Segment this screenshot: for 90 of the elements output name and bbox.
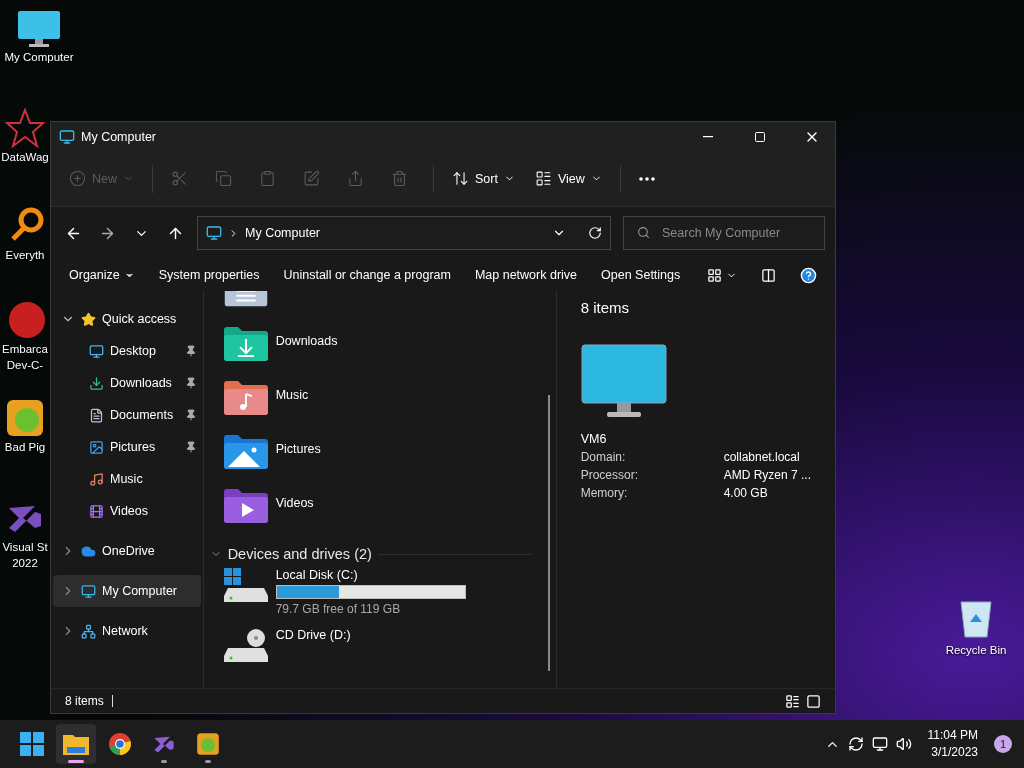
cloud-icon — [81, 543, 96, 559]
property-label: Processor: — [580, 468, 639, 484]
volume-icon[interactable] — [895, 736, 912, 752]
downloads-folder-icon — [223, 326, 268, 362]
nav-item[interactable]: My Computer — [53, 575, 201, 607]
hard-drive-icon — [223, 568, 268, 605]
music-icon — [89, 471, 104, 487]
desktop-icon-label[interactable]: Bad Pig — [4, 441, 46, 454]
maximize-icon — [754, 130, 766, 143]
nav-item[interactable]: Music — [53, 463, 201, 495]
help-icon — [800, 266, 817, 284]
computer-name: VM6 — [580, 432, 608, 446]
videos-folder-icon — [223, 488, 268, 524]
star-logo-icon — [5, 108, 45, 148]
nav-item[interactable]: Pictures — [53, 431, 201, 463]
sync-icon[interactable] — [847, 736, 864, 752]
running-indicator — [205, 760, 211, 763]
monitor-icon — [17, 10, 61, 48]
chrome-icon — [108, 732, 132, 756]
film-icon — [89, 503, 104, 519]
drive-item[interactable]: Local Disk (C:) 79.7 GB free of 119 GB — [223, 568, 556, 629]
property-value: collabnet.local — [723, 450, 801, 466]
ribbon-button[interactable]: Organize — [59, 264, 145, 286]
download-icon — [89, 375, 104, 391]
monitor-icon — [580, 344, 667, 420]
nav-item[interactable]: Downloads — [53, 367, 201, 399]
property-label: Memory: — [580, 486, 629, 502]
desktop-icon-label[interactable]: Dev-C- — [6, 359, 44, 372]
network-icon — [81, 623, 96, 639]
pane-icon — [761, 267, 776, 283]
tiles-view-icon[interactable] — [806, 693, 821, 709]
desktop-icon-label[interactable]: Visual St — [2, 541, 48, 554]
clock[interactable]: 11:04 PM 3/1/2023 — [927, 727, 978, 761]
window-title: My Computer — [81, 129, 158, 144]
folder-item[interactable]: Downloads — [223, 326, 556, 381]
property-value: 4.00 GB — [723, 486, 769, 502]
desktop-icon-label[interactable]: Recycle Bin — [945, 644, 1007, 657]
pig-icon — [5, 398, 45, 438]
pictures-folder-icon — [223, 434, 268, 470]
folder-item[interactable]: Music — [223, 380, 556, 435]
network-icon[interactable] — [871, 736, 888, 752]
search-field[interactable]: Search My Computer — [623, 216, 825, 250]
property-label: Domain: — [580, 450, 627, 466]
document-icon — [89, 407, 104, 423]
picture-icon — [89, 439, 104, 455]
ribbon-button[interactable]: Uninstall or change a program — [273, 264, 461, 286]
star-icon — [81, 311, 96, 327]
ribbon-button[interactable]: System properties — [148, 264, 270, 286]
monitor-icon — [206, 225, 222, 241]
monitor-icon — [59, 128, 75, 145]
nav-item[interactable]: Documents — [53, 399, 201, 431]
desktop-icon-label[interactable]: 2022 — [12, 557, 38, 570]
status-text: 8 items — [65, 694, 104, 708]
item-count: 8 items — [580, 299, 630, 316]
details-view-icon[interactable] — [785, 693, 800, 709]
monitor-icon — [81, 583, 96, 599]
running-indicator — [68, 760, 84, 763]
refresh-icon — [588, 226, 602, 240]
nav-item[interactable]: Videos — [53, 495, 201, 527]
sort-button[interactable]: Sort — [444, 161, 523, 196]
pig-icon — [196, 732, 220, 756]
address-bar[interactable]: My Computer — [197, 216, 611, 250]
ribbon-button[interactable]: Open Settings — [591, 264, 691, 286]
minimize-icon — [703, 135, 713, 138]
nav-item[interactable]: Network — [53, 615, 201, 647]
taskbar-app[interactable] — [56, 724, 96, 764]
ribbon-button[interactable]: Map network drive — [464, 264, 588, 286]
windows-logo-icon — [20, 732, 44, 756]
search-icon — [637, 226, 650, 239]
nav-item[interactable]: Quick access — [53, 303, 201, 335]
music-folder-icon — [223, 380, 268, 416]
group-header: Devices and drives (2) — [227, 546, 372, 563]
property-value: AMD Ryzen 7 ... — [723, 468, 811, 484]
folder-icon — [63, 733, 89, 755]
folder-item[interactable]: Videos — [223, 488, 556, 543]
nav-item[interactable]: OneDrive — [53, 535, 201, 567]
view-button[interactable]: View — [526, 161, 610, 196]
desktop-icon-label[interactable]: Embarca — [2, 343, 48, 356]
nav-item[interactable]: Desktop — [53, 335, 201, 367]
desktop-icon-label[interactable]: My Computer — [4, 51, 74, 64]
grid-icon — [707, 267, 722, 283]
drive-item[interactable]: CD Drive (D:) — [223, 628, 556, 688]
running-indicator — [161, 760, 167, 763]
notification-badge[interactable]: 1 — [994, 735, 1012, 753]
folder-item[interactable]: Pictures — [223, 434, 556, 489]
documents-folder-icon — [223, 291, 268, 309]
desktop-icon-label[interactable]: Everyth — [5, 249, 45, 262]
desktop-icon — [89, 343, 104, 359]
desktop-icon-label[interactable]: DataWag — [1, 151, 49, 164]
cd-drive-icon — [223, 628, 268, 665]
